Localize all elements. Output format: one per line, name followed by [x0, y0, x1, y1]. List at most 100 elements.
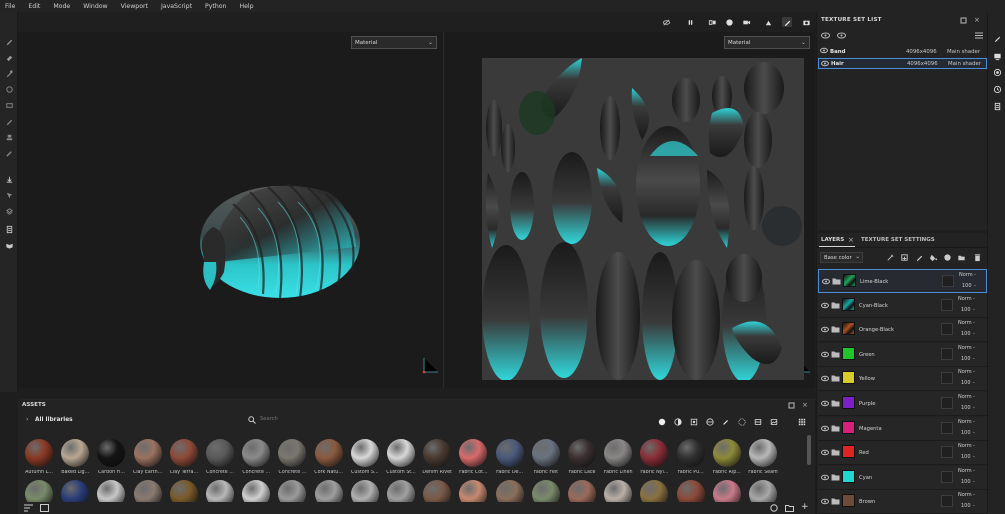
layer-name[interactable]: Purple	[859, 401, 875, 407]
clone-icon[interactable]	[4, 116, 14, 126]
screenshot-icon[interactable]	[801, 17, 811, 27]
layer-blend-mode[interactable]: Norm	[958, 369, 972, 375]
close-icon[interactable]: ×	[974, 16, 980, 24]
menu-file[interactable]: File	[5, 3, 15, 10]
material-thumbnail[interactable]: Cork Natu...	[312, 439, 346, 483]
history-icon[interactable]	[992, 84, 1002, 94]
chevron-down-icon[interactable]: ⌄	[972, 468, 976, 473]
filter-grunges-icon[interactable]	[753, 417, 762, 426]
material-thumbnail[interactable]	[529, 480, 563, 502]
chevron-down-icon[interactable]: ⌄	[972, 380, 976, 385]
eye-icon[interactable]	[821, 375, 829, 382]
layer-name[interactable]: Lime-Black	[860, 279, 888, 285]
layer-blend-mode[interactable]: Norm	[958, 419, 972, 425]
chevron-right-icon[interactable]: ›	[26, 416, 28, 423]
material-thumbnail[interactable]: Fabric Nyl...	[637, 439, 671, 483]
material-thumbnail[interactable]	[94, 480, 128, 502]
projection-icon[interactable]	[4, 68, 14, 78]
layer-mask-slot[interactable]	[941, 470, 953, 483]
material-thumbnail[interactable]: Fabric Rip...	[710, 439, 744, 483]
material-thumbnail[interactable]: Concrete ...	[203, 439, 237, 483]
layer-mask-slot[interactable]	[941, 495, 953, 508]
layer-opacity[interactable]: 100	[961, 356, 971, 362]
chevron-down-icon[interactable]: ⌄	[972, 356, 976, 361]
chevron-down-icon[interactable]: ⌄	[972, 296, 976, 301]
layer-name[interactable]: Red	[859, 450, 869, 456]
brush-settings-icon[interactable]	[992, 33, 1002, 43]
pause-icon[interactable]	[685, 17, 695, 27]
layer-row[interactable]: Red Norm ⌄ 100 ⌄	[818, 441, 987, 466]
material-thumbnail[interactable]: Clay Earth...	[131, 439, 165, 483]
layer-mask-slot[interactable]	[942, 275, 954, 287]
filter-materials-icon[interactable]	[657, 417, 666, 426]
paint-mode-icon[interactable]	[782, 17, 792, 27]
texture-set-shader[interactable]: Main shader	[947, 49, 980, 55]
menu-window[interactable]: Window	[83, 3, 107, 10]
eye-icon[interactable]	[821, 326, 829, 333]
eye-icon[interactable]	[821, 302, 829, 309]
filter-textures-icon[interactable]	[689, 417, 698, 426]
chevron-down-icon[interactable]: ⌄	[972, 331, 976, 336]
layer-name[interactable]: Cyan-Black	[859, 303, 888, 309]
material-thumbnail[interactable]	[167, 480, 201, 502]
layer-opacity[interactable]: 100	[961, 503, 971, 509]
filter-list-icon[interactable]	[24, 504, 33, 514]
chevron-down-icon[interactable]: ⌄	[972, 405, 976, 410]
layer-blend-mode[interactable]: Norm	[958, 468, 972, 474]
library-label[interactable]: All libraries	[35, 417, 73, 423]
layer-opacity[interactable]: 100	[962, 283, 972, 289]
material-thumbnail[interactable]: Autumn L...	[22, 439, 56, 483]
material-thumbnail[interactable]	[710, 480, 744, 502]
shader-settings-icon[interactable]	[992, 67, 1002, 77]
material-thumbnail[interactable]: Fabric Seam	[746, 439, 780, 483]
material-thumbnail[interactable]: Fabric Linen	[601, 439, 635, 483]
chevron-down-icon[interactable]: ⌄	[973, 272, 977, 277]
layer-opacity[interactable]: 100	[961, 380, 971, 386]
layer-row[interactable]: Green Norm ⌄ 100 ⌄	[818, 342, 987, 367]
maximize-icon[interactable]	[788, 402, 795, 411]
close-icon[interactable]: ×	[848, 236, 854, 244]
material-thumbnail[interactable]: Concrete ...	[239, 439, 273, 483]
menu-python[interactable]: Python	[205, 3, 226, 10]
chevron-down-icon[interactable]: ⌄	[972, 479, 976, 484]
eye-icon[interactable]	[837, 32, 846, 41]
material-thumbnail[interactable]	[674, 480, 708, 502]
chevron-down-icon[interactable]: ⌄	[972, 503, 976, 508]
eye-icon[interactable]	[821, 351, 829, 358]
filter-procedurals-icon[interactable]	[705, 417, 714, 426]
maximize-icon[interactable]	[960, 17, 967, 26]
chevron-down-icon[interactable]: ⌄	[972, 394, 976, 399]
layer-name[interactable]: Green	[859, 352, 875, 358]
search-field[interactable]	[248, 416, 448, 425]
layer-row[interactable]: Magenta Norm ⌄ 100 ⌄	[818, 416, 987, 441]
layer-opacity[interactable]: 100	[961, 405, 971, 411]
chevron-down-icon[interactable]: ⌄	[972, 419, 976, 424]
eye-icon[interactable]	[821, 449, 829, 456]
texture-set-shader[interactable]: Main shader	[948, 61, 981, 67]
menu-edit[interactable]: Edit	[28, 3, 40, 10]
eye-icon[interactable]	[821, 400, 829, 407]
layer-mask-slot[interactable]	[941, 372, 953, 385]
tab-texture-set-settings[interactable]: TEXTURE SET SETTINGS	[861, 237, 935, 243]
material-thumbnail[interactable]	[746, 480, 780, 502]
layer-row[interactable]: Cyan-Black Norm ⌄ 100 ⌄	[818, 293, 987, 318]
layer-row[interactable]: Brown Norm ⌄ 100 ⌄	[818, 490, 987, 514]
eye-icon[interactable]	[820, 47, 828, 54]
layer-row[interactable]: Purple Norm ⌄ 100 ⌄	[818, 392, 987, 416]
material-thumbnail[interactable]	[565, 480, 599, 502]
filter-brushes-icon[interactable]	[721, 417, 730, 426]
material-thumbnail[interactable]: Custom S...	[348, 439, 382, 483]
layer-mask-slot[interactable]	[941, 323, 953, 336]
filter-smart-materials-icon[interactable]	[673, 417, 682, 426]
add-icon[interactable]: +	[801, 502, 809, 512]
material-thumbnail[interactable]: Fabric Lace	[565, 439, 599, 483]
viewport-3d[interactable]: Material ⌄	[18, 32, 443, 388]
visibility-icon[interactable]	[821, 32, 830, 41]
material-thumbnail[interactable]: Denim Rivet	[420, 439, 454, 483]
material-thumbnail[interactable]: Fabric Pu...	[674, 439, 708, 483]
material-thumbnail[interactable]	[456, 480, 490, 502]
layer-blend-mode[interactable]: Norm	[958, 345, 972, 351]
layer-blend-mode[interactable]: Norm	[959, 272, 973, 278]
log-icon[interactable]	[992, 101, 1002, 111]
material-thumbnail[interactable]	[22, 480, 56, 502]
